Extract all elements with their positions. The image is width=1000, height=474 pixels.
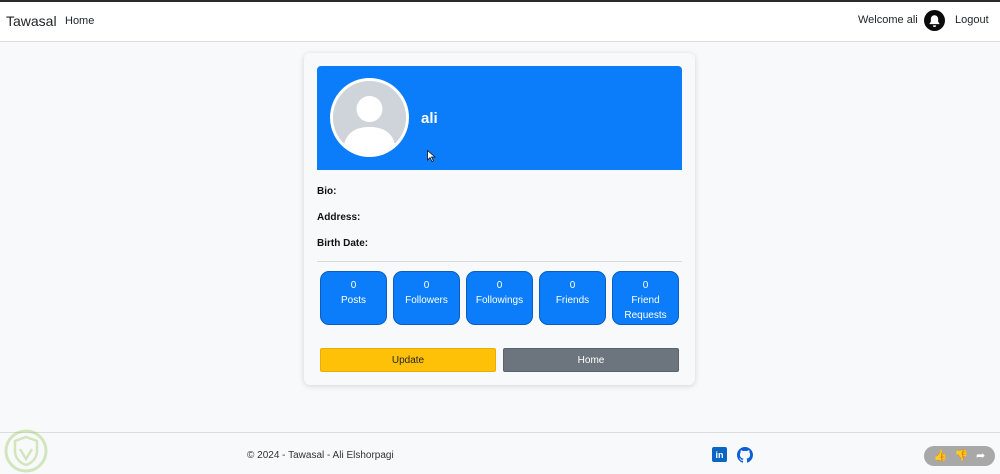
update-button[interactable]: Update (320, 348, 496, 372)
thumbs-down-icon[interactable]: 👎 (955, 450, 969, 462)
footer: © 2024 - Tawasal - Ali Elshorpagi in (0, 432, 1000, 474)
user-avatar-icon[interactable] (330, 78, 409, 157)
profile-username: ali (421, 110, 438, 127)
profile-card: ali Bio: Address: Birth Date: 0 Posts 0 … (304, 53, 695, 385)
stat-followers-button[interactable]: 0 Followers (393, 271, 460, 325)
welcome-text: Welcome ali (858, 14, 918, 26)
stat-friend-requests-button[interactable]: 0 Friend Requests (612, 271, 679, 325)
navbar: Tawasal Home Welcome ali Logout (0, 2, 1000, 42)
birth-date-label: Birth Date: (317, 238, 369, 249)
share-icon[interactable]: ➦ (976, 450, 985, 462)
github-icon[interactable] (737, 447, 753, 463)
stat-followings-button[interactable]: 0 Followings (466, 271, 533, 325)
stat-label: Posts (340, 295, 366, 306)
copyright-text: © 2024 - Tawasal - Ali Elshorpagi (247, 450, 394, 461)
stat-label: Friend Requests (624, 295, 667, 321)
stat-label: Followers (405, 295, 448, 306)
stat-count: 0 (569, 280, 576, 291)
stat-count: 0 (423, 280, 430, 291)
stat-label: Friends (555, 295, 590, 306)
logout-link[interactable]: Logout (955, 14, 989, 26)
stat-count: 0 (642, 280, 649, 291)
nav-home-link[interactable]: Home (65, 15, 94, 27)
thumbs-up-icon[interactable]: 👍 (934, 450, 948, 462)
stat-posts-button[interactable]: 0 Posts (320, 271, 387, 325)
linkedin-icon[interactable]: in (712, 447, 727, 462)
stat-count: 0 (496, 280, 503, 291)
stat-label: Followings (475, 295, 524, 306)
profile-banner: ali (317, 66, 682, 170)
stat-friends-button[interactable]: 0 Friends (539, 271, 606, 325)
mouse-cursor-icon (427, 149, 437, 167)
feedback-widget: 👍 👎 ➦ (924, 446, 995, 466)
brand-logo-text[interactable]: Tawasal (6, 13, 57, 29)
divider (317, 261, 682, 262)
stat-count: 0 (350, 280, 357, 291)
watermark-shield-icon (4, 429, 48, 473)
bio-label: Bio: (317, 186, 337, 197)
address-label: Address: (317, 212, 361, 223)
home-button[interactable]: Home (503, 348, 679, 372)
bell-icon[interactable] (924, 10, 945, 31)
